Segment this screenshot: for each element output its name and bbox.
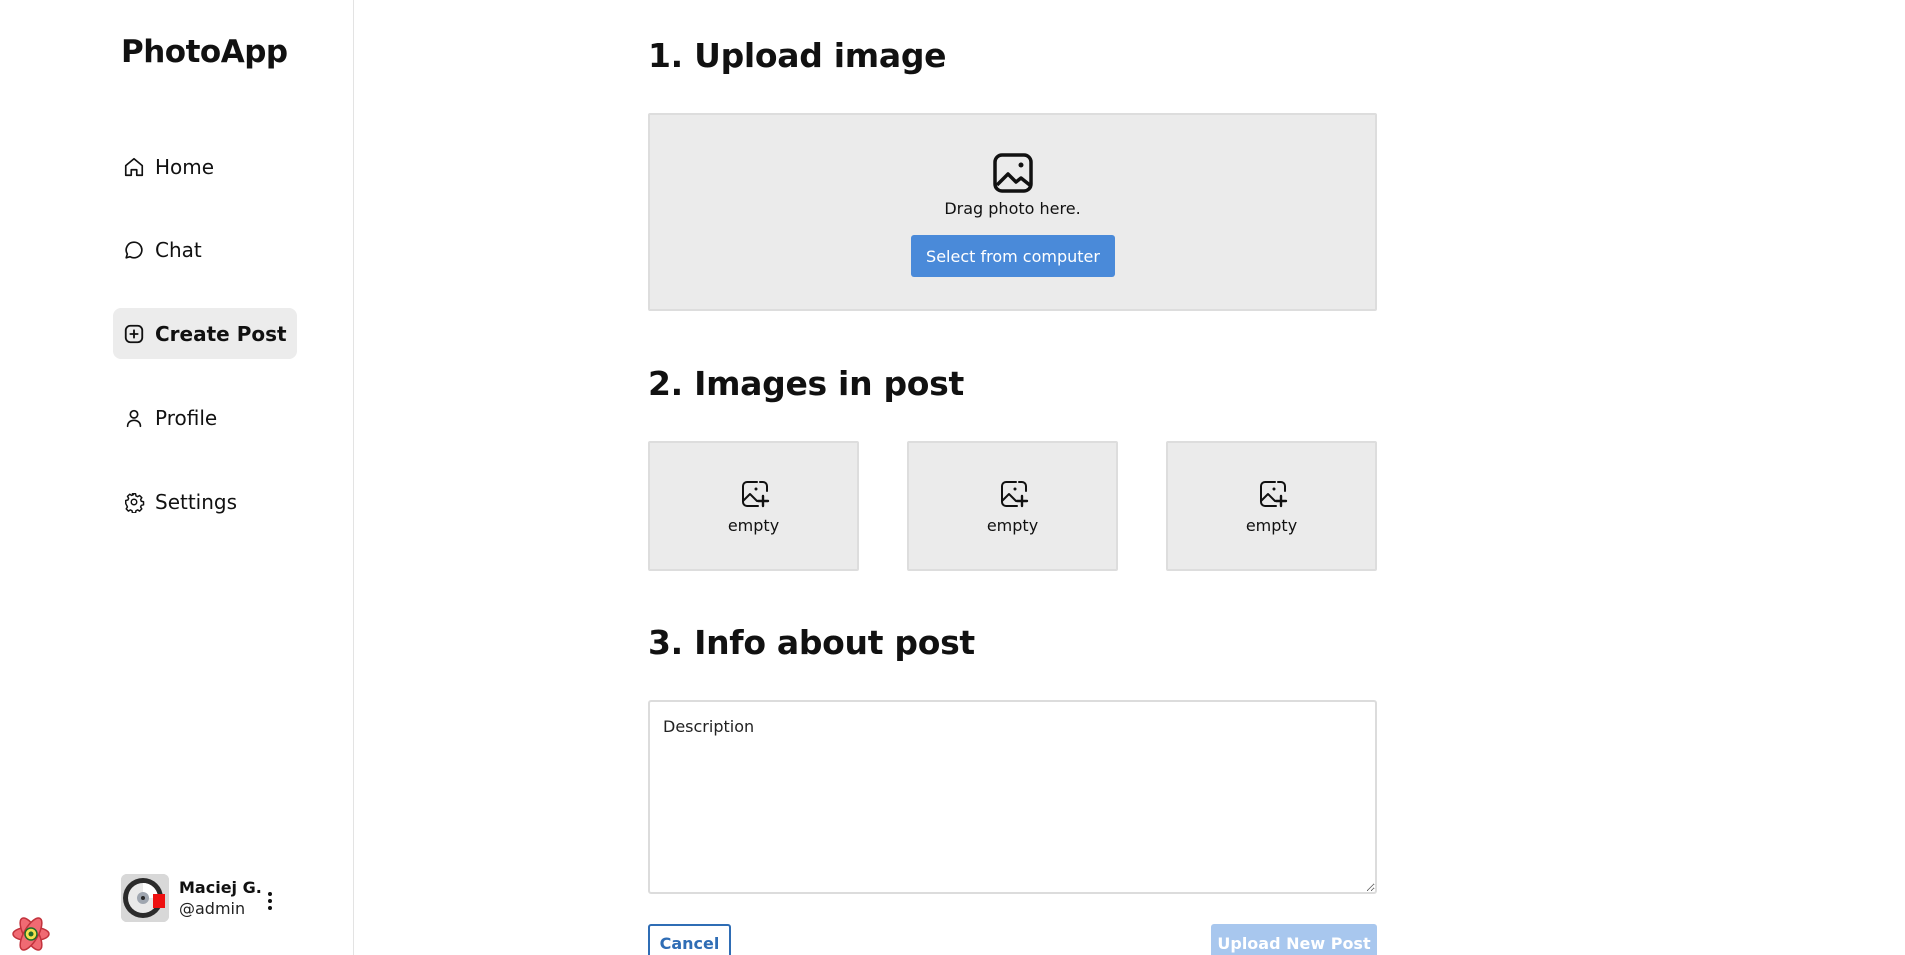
plus-square-icon: [124, 324, 144, 343]
description-field[interactable]: [648, 700, 1377, 894]
image-plus-icon: [1001, 481, 1029, 508]
avatar: [121, 874, 169, 922]
sidebar-item-create-post[interactable]: Create Post: [113, 308, 297, 359]
image-slot[interactable]: empty: [907, 441, 1118, 571]
image-plus-icon: [742, 481, 770, 508]
gear-icon: [125, 492, 145, 513]
app-logo[interactable]: PhotoApp: [121, 34, 288, 70]
image-slot[interactable]: empty: [1166, 441, 1377, 571]
image-slot-label: empty: [986, 516, 1039, 535]
user-card[interactable]: Maciej G. @admin: [121, 873, 262, 923]
sidebar-item-label: Settings: [155, 489, 238, 514]
photo-dropzone[interactable]: Drag photo here. Select from computer: [648, 113, 1377, 311]
avatar-image: [121, 874, 169, 922]
upload-new-post-button[interactable]: Upload New Post: [1211, 924, 1377, 955]
sidebar-item-label: Chat: [155, 237, 202, 262]
sidebar-item-profile[interactable]: Profile: [113, 392, 227, 443]
sidebar-item-settings[interactable]: Settings: [113, 476, 247, 527]
select-from-computer-button[interactable]: Select from computer: [911, 235, 1115, 277]
cancel-button[interactable]: Cancel: [648, 924, 731, 955]
info-section-title: 3. Info about post: [648, 623, 975, 662]
drag-hint: Drag photo here.: [944, 199, 1081, 218]
image-plus-icon: [1260, 481, 1288, 508]
image-slot[interactable]: empty: [648, 441, 859, 571]
sidebar-item-chat[interactable]: Chat: [113, 224, 212, 275]
user-handle: @admin: [179, 899, 246, 918]
images-section-title: 2. Images in post: [648, 364, 964, 403]
image-icon: [993, 153, 1033, 193]
upload-section-title: 1. Upload image: [648, 36, 947, 75]
chat-bubble-icon: [125, 240, 143, 259]
more-vertical-icon[interactable]: [263, 889, 277, 913]
image-slot-label: empty: [727, 516, 780, 535]
sidebar-item-home[interactable]: Home: [113, 141, 224, 192]
sidebar-item-label: Profile: [155, 405, 218, 430]
image-slot-label: empty: [1245, 516, 1298, 535]
sidebar: PhotoApp Home Chat Create Post Profile S…: [0, 0, 354, 955]
sidebar-item-label: Home: [155, 154, 215, 179]
user-icon: [126, 409, 142, 427]
sidebar-item-label: Create Post: [155, 321, 287, 346]
home-icon: [124, 157, 144, 176]
react-devtools-icon[interactable]: [10, 913, 52, 955]
user-name: Maciej G.: [179, 878, 262, 897]
